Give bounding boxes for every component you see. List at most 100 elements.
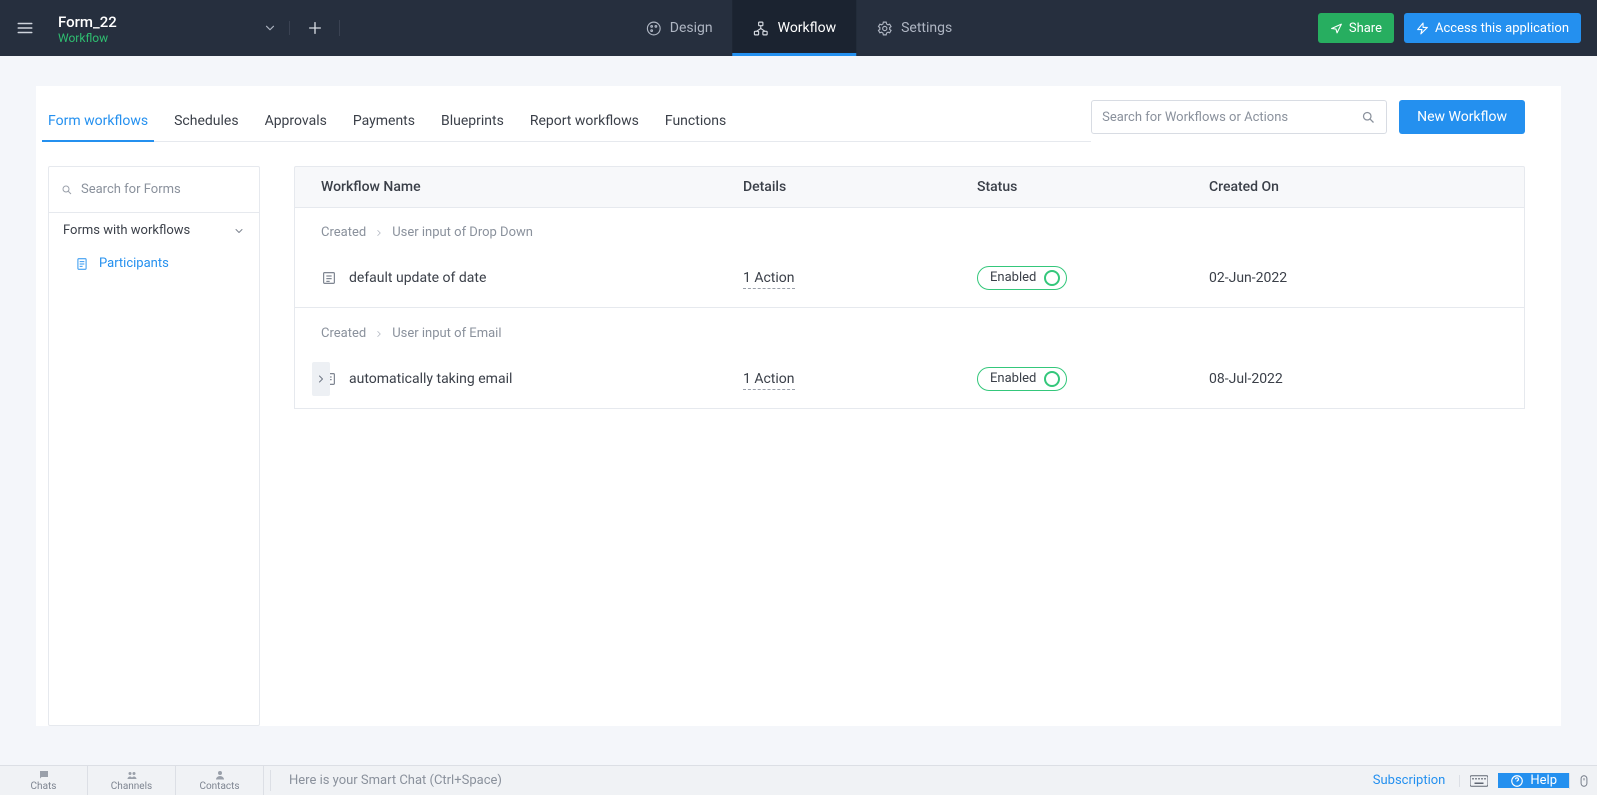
subtab-schedules[interactable]: Schedules	[174, 101, 238, 141]
forms-item-participants[interactable]: Participants	[49, 248, 259, 279]
app-switcher-dropdown[interactable]	[250, 21, 290, 35]
mouse-icon	[1577, 773, 1591, 789]
header-name: Workflow Name	[295, 167, 743, 207]
app-title: Form_22	[58, 13, 236, 31]
gear-icon	[876, 20, 893, 37]
bolt-icon	[1416, 22, 1429, 35]
crumb-b: User input of Drop Down	[392, 225, 533, 240]
bottom-channels[interactable]: Channels	[88, 766, 176, 795]
channels-icon	[126, 769, 138, 781]
row-details[interactable]: 1 Action	[743, 270, 795, 289]
row-details-cell: 1 Action	[743, 258, 977, 298]
workflow-group-crumb: Created User input of Drop Down	[294, 207, 1525, 248]
status-toggle-icon	[1044, 371, 1060, 387]
workflow-panel: Form workflows Schedules Approvals Payme…	[36, 86, 1561, 726]
sidebar-collapse-toggle[interactable]	[312, 362, 330, 396]
subtabs-row: Form workflows Schedules Approvals Payme…	[36, 86, 1561, 142]
mode-tabs: Design Workflow Settings	[625, 0, 972, 56]
subtab-blueprints[interactable]: Blueprints	[441, 101, 504, 141]
status-text: Enabled	[990, 270, 1036, 285]
menu-button[interactable]	[0, 19, 50, 37]
hamburger-icon	[16, 19, 34, 37]
panel-body: Forms with workflows Participants Workfl…	[36, 142, 1561, 726]
header-details: Details	[743, 167, 977, 207]
tab-workflow[interactable]: Workflow	[733, 0, 857, 56]
bottom-channels-label: Channels	[111, 782, 152, 792]
bottom-chats[interactable]: Chats	[0, 766, 88, 795]
tab-settings[interactable]: Settings	[856, 0, 972, 56]
status-pill[interactable]: Enabled	[977, 266, 1067, 290]
tab-settings-label: Settings	[901, 20, 952, 36]
chat-icon	[38, 769, 50, 781]
chevron-right-icon	[374, 329, 384, 339]
plus-icon	[307, 20, 323, 36]
workflow-item-icon	[321, 270, 337, 286]
workflow-search-input[interactable]	[1102, 110, 1361, 125]
forms-search-input[interactable]	[81, 182, 247, 197]
forms-group-label: Forms with workflows	[63, 223, 190, 238]
subtab-form-workflows[interactable]: Form workflows	[48, 101, 148, 141]
row-details[interactable]: 1 Action	[743, 371, 795, 390]
add-button[interactable]	[290, 20, 340, 36]
row-status-cell: Enabled	[977, 355, 1209, 403]
access-app-label: Access this application	[1435, 21, 1569, 36]
forms-group-header[interactable]: Forms with workflows	[49, 213, 259, 248]
smart-chat-input[interactable]: Here is your Smart Chat (Ctrl+Space)	[277, 766, 1359, 795]
subtab-approvals[interactable]: Approvals	[265, 101, 327, 141]
bottom-bar: Chats Channels Contacts Here is your Sma…	[0, 765, 1597, 795]
chevron-right-icon	[374, 228, 384, 238]
palette-icon	[645, 20, 662, 37]
row-created: 08-Jul-2022	[1209, 359, 1524, 399]
chevron-down-icon	[263, 21, 277, 35]
workflow-row[interactable]: default update of date 1 Action Enabled …	[294, 248, 1525, 308]
screen-reader-button[interactable]	[1569, 773, 1597, 789]
status-toggle-icon	[1044, 270, 1060, 286]
crumb-b: User input of Email	[392, 326, 501, 341]
subtabs: Form workflows Schedules Approvals Payme…	[48, 101, 1091, 142]
chevron-down-icon	[233, 225, 245, 237]
status-pill[interactable]: Enabled	[977, 367, 1067, 391]
contacts-icon	[214, 769, 226, 781]
keyboard-shortcuts-button[interactable]	[1459, 775, 1498, 787]
crumb-a: Created	[321, 225, 366, 240]
subtabs-actions: New Workflow	[1091, 100, 1525, 142]
search-icon	[1361, 110, 1376, 125]
bottom-chats-label: Chats	[31, 782, 57, 792]
smart-chat-placeholder: Here is your Smart Chat (Ctrl+Space)	[289, 773, 502, 788]
chevron-right-icon	[315, 373, 327, 385]
tab-design-label: Design	[670, 20, 713, 36]
share-button[interactable]: Share	[1318, 13, 1394, 43]
access-app-button[interactable]: Access this application	[1404, 13, 1581, 43]
forms-item-label: Participants	[99, 256, 169, 271]
row-name: automatically taking email	[349, 371, 512, 387]
forms-search[interactable]	[49, 167, 259, 213]
row-name: default update of date	[349, 270, 486, 286]
subtab-payments[interactable]: Payments	[353, 101, 415, 141]
bottom-contacts[interactable]: Contacts	[176, 766, 264, 795]
subtab-functions[interactable]: Functions	[665, 101, 726, 141]
workflow-table: Workflow Name Details Status Created On …	[294, 166, 1525, 726]
share-icon	[1330, 22, 1343, 35]
row-status-cell: Enabled	[977, 254, 1209, 302]
help-icon	[1510, 774, 1524, 788]
tab-workflow-label: Workflow	[778, 20, 837, 36]
top-bar: Form_22 Workflow Design Workflow Setting…	[0, 0, 1597, 56]
forms-sidebar: Forms with workflows Participants	[48, 166, 260, 726]
form-icon	[75, 257, 89, 271]
separator	[270, 770, 271, 791]
new-workflow-button[interactable]: New Workflow	[1399, 100, 1525, 134]
subscription-link[interactable]: Subscription	[1359, 766, 1460, 795]
workflow-row[interactable]: automatically taking email 1 Action Enab…	[294, 349, 1525, 409]
tab-design[interactable]: Design	[625, 0, 733, 56]
topbar-left: Form_22 Workflow	[0, 0, 340, 56]
row-name-cell: default update of date	[295, 258, 743, 298]
search-icon	[61, 183, 73, 197]
page-wrap: Form workflows Schedules Approvals Payme…	[0, 56, 1597, 765]
workflow-search[interactable]	[1091, 100, 1387, 134]
header-created: Created On	[1209, 167, 1524, 207]
subtab-report-workflows[interactable]: Report workflows	[530, 101, 639, 141]
help-button[interactable]: Help	[1498, 773, 1569, 788]
status-text: Enabled	[990, 371, 1036, 386]
app-title-block: Form_22 Workflow	[50, 5, 250, 51]
header-status: Status	[977, 167, 1209, 207]
